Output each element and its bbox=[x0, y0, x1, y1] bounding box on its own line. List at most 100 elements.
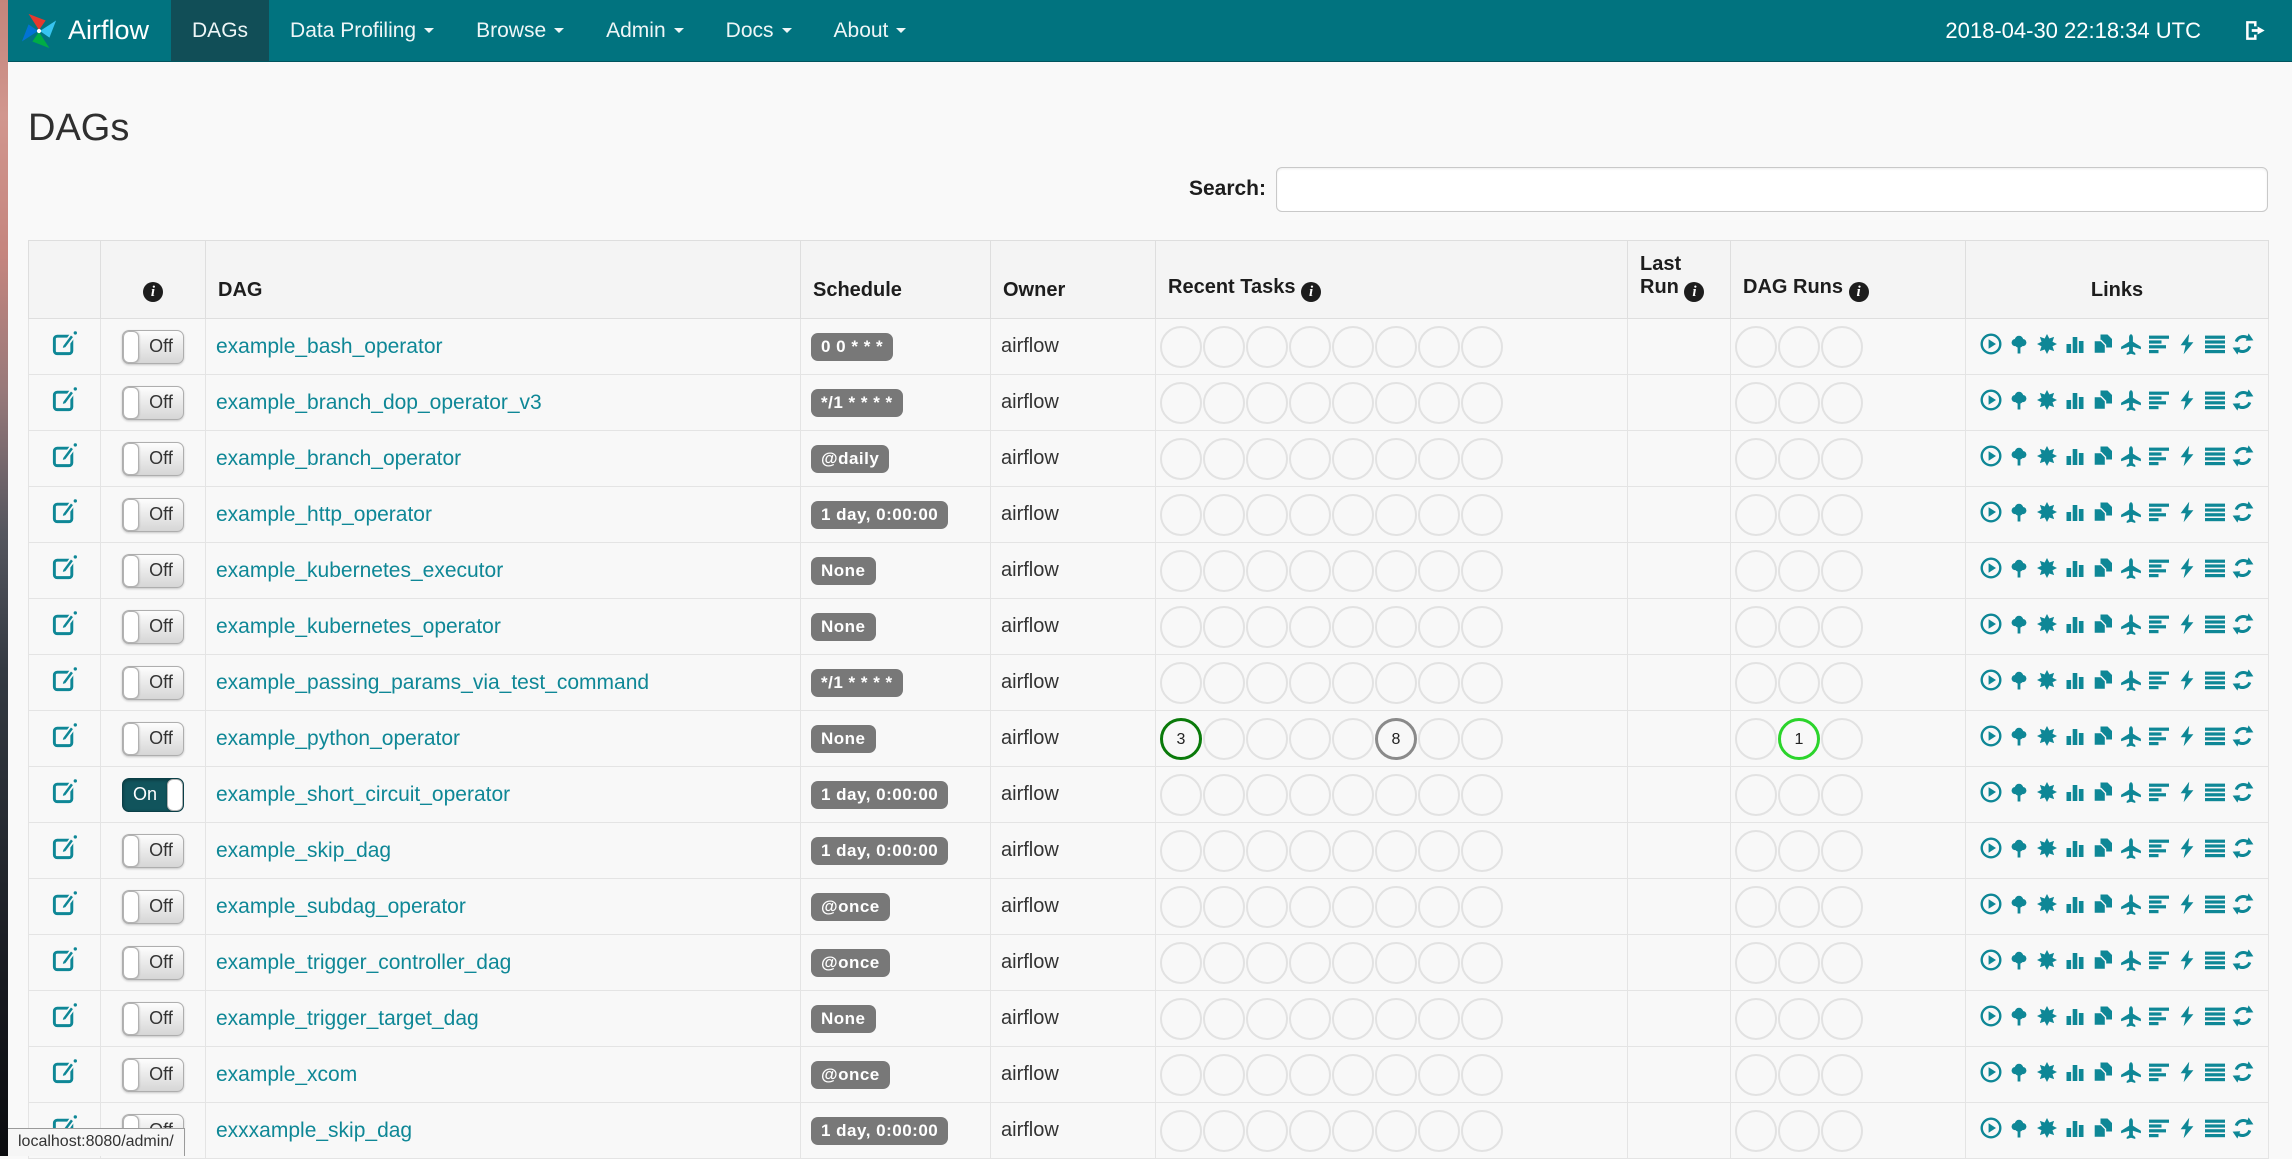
task-tries-icon[interactable] bbox=[2092, 837, 2114, 859]
task-state-circle[interactable] bbox=[1375, 549, 1417, 592]
graph-view-icon[interactable] bbox=[2036, 1061, 2058, 1083]
task-state-circle[interactable] bbox=[1375, 997, 1417, 1040]
task-state-circle[interactable] bbox=[1160, 549, 1202, 592]
task-state-circle[interactable] bbox=[1375, 437, 1417, 480]
code-view-icon[interactable] bbox=[2176, 1117, 2198, 1139]
nav-item-data-profiling[interactable]: Data Profiling bbox=[269, 0, 455, 61]
landing-times-icon[interactable] bbox=[2120, 725, 2142, 747]
landing-times-icon[interactable] bbox=[2120, 949, 2142, 971]
dag-run-circle[interactable] bbox=[1821, 829, 1863, 872]
dag-run-circle[interactable] bbox=[1821, 549, 1863, 592]
task-state-circle[interactable] bbox=[1375, 661, 1417, 704]
task-state-circle[interactable] bbox=[1203, 717, 1245, 760]
task-state-circle[interactable] bbox=[1418, 941, 1460, 984]
task-state-circle[interactable] bbox=[1203, 437, 1245, 480]
task-duration-icon[interactable] bbox=[2064, 1061, 2086, 1083]
code-view-icon[interactable] bbox=[2176, 893, 2198, 915]
task-state-circle[interactable] bbox=[1332, 885, 1374, 928]
task-state-circle[interactable] bbox=[1375, 605, 1417, 648]
tree-view-icon[interactable] bbox=[2008, 781, 2030, 803]
graph-view-icon[interactable] bbox=[2036, 949, 2058, 971]
task-tries-icon[interactable] bbox=[2092, 1117, 2114, 1139]
task-state-circle[interactable] bbox=[1289, 437, 1331, 480]
task-state-circle[interactable] bbox=[1160, 325, 1202, 368]
code-view-icon[interactable] bbox=[2176, 1061, 2198, 1083]
dag-run-circle[interactable] bbox=[1778, 605, 1820, 648]
task-state-circle[interactable] bbox=[1289, 381, 1331, 424]
trigger-dag-icon[interactable] bbox=[1980, 500, 2002, 523]
task-state-circle[interactable] bbox=[1289, 1109, 1331, 1152]
task-state-circle[interactable] bbox=[1418, 381, 1460, 424]
task-state-circle[interactable] bbox=[1418, 661, 1460, 704]
refresh-icon[interactable] bbox=[2232, 556, 2254, 579]
task-duration-icon[interactable] bbox=[2064, 837, 2086, 859]
refresh-icon[interactable] bbox=[2232, 1004, 2254, 1027]
dag-run-circle[interactable] bbox=[1735, 941, 1777, 984]
task-tries-icon[interactable] bbox=[2092, 501, 2114, 523]
task-state-circle[interactable] bbox=[1332, 773, 1374, 816]
dag-run-circle[interactable] bbox=[1778, 325, 1820, 368]
logs-icon[interactable] bbox=[2204, 1061, 2226, 1083]
dag-run-circle[interactable] bbox=[1821, 885, 1863, 928]
task-state-circle[interactable] bbox=[1461, 493, 1503, 536]
task-state-circle[interactable] bbox=[1203, 493, 1245, 536]
trigger-dag-icon[interactable] bbox=[1980, 668, 2002, 691]
dag-run-circle[interactable] bbox=[1821, 1053, 1863, 1096]
pause-toggle[interactable]: Off bbox=[122, 665, 184, 700]
dag-run-circle[interactable] bbox=[1778, 941, 1820, 984]
nav-item-dags[interactable]: DAGs bbox=[171, 0, 270, 61]
task-state-circle[interactable] bbox=[1160, 381, 1202, 424]
logout-button[interactable] bbox=[2243, 18, 2268, 43]
task-state-circle[interactable] bbox=[1461, 885, 1503, 928]
task-tries-icon[interactable] bbox=[2092, 1005, 2114, 1027]
gantt-view-icon[interactable] bbox=[2148, 613, 2170, 635]
task-state-circle[interactable] bbox=[1418, 997, 1460, 1040]
pause-toggle[interactable]: Off bbox=[122, 497, 184, 532]
task-state-circle[interactable] bbox=[1289, 941, 1331, 984]
pause-toggle[interactable]: Off bbox=[122, 889, 184, 924]
refresh-icon[interactable] bbox=[2232, 500, 2254, 523]
task-duration-icon[interactable] bbox=[2064, 445, 2086, 467]
graph-view-icon[interactable] bbox=[2036, 1005, 2058, 1027]
gantt-view-icon[interactable] bbox=[2148, 725, 2170, 747]
task-state-circle[interactable] bbox=[1203, 1053, 1245, 1096]
task-state-circle[interactable] bbox=[1461, 829, 1503, 872]
pause-toggle[interactable]: Off bbox=[122, 945, 184, 980]
task-state-circle[interactable] bbox=[1418, 493, 1460, 536]
edit-dag-button[interactable] bbox=[51, 554, 78, 581]
task-duration-icon[interactable] bbox=[2064, 1005, 2086, 1027]
logs-icon[interactable] bbox=[2204, 1005, 2226, 1027]
landing-times-icon[interactable] bbox=[2120, 1061, 2142, 1083]
tree-view-icon[interactable] bbox=[2008, 333, 2030, 355]
task-state-circle[interactable] bbox=[1332, 661, 1374, 704]
task-state-circle[interactable] bbox=[1332, 997, 1374, 1040]
task-state-circle[interactable] bbox=[1160, 829, 1202, 872]
task-duration-icon[interactable] bbox=[2064, 669, 2086, 691]
task-duration-icon[interactable] bbox=[2064, 781, 2086, 803]
task-state-circle[interactable] bbox=[1203, 885, 1245, 928]
task-state-circle[interactable] bbox=[1461, 381, 1503, 424]
edit-dag-button[interactable] bbox=[51, 1002, 78, 1029]
nav-item-browse[interactable]: Browse bbox=[455, 0, 585, 61]
task-state-circle[interactable] bbox=[1375, 381, 1417, 424]
task-tries-icon[interactable] bbox=[2092, 893, 2114, 915]
task-state-circle[interactable] bbox=[1160, 773, 1202, 816]
dag-run-circle[interactable] bbox=[1821, 997, 1863, 1040]
gantt-view-icon[interactable] bbox=[2148, 837, 2170, 859]
dag-run-circle[interactable] bbox=[1821, 437, 1863, 480]
task-state-circle[interactable] bbox=[1160, 1109, 1202, 1152]
task-state-circle[interactable] bbox=[1332, 717, 1374, 760]
refresh-icon[interactable] bbox=[2232, 948, 2254, 971]
dag-run-circle[interactable] bbox=[1821, 661, 1863, 704]
task-state-circle[interactable] bbox=[1461, 549, 1503, 592]
graph-view-icon[interactable] bbox=[2036, 333, 2058, 355]
task-state-circle[interactable] bbox=[1332, 381, 1374, 424]
logs-icon[interactable] bbox=[2204, 333, 2226, 355]
tree-view-icon[interactable] bbox=[2008, 1005, 2030, 1027]
code-view-icon[interactable] bbox=[2176, 445, 2198, 467]
task-state-circle[interactable] bbox=[1418, 885, 1460, 928]
refresh-icon[interactable] bbox=[2232, 1116, 2254, 1139]
graph-view-icon[interactable] bbox=[2036, 501, 2058, 523]
task-state-circle[interactable] bbox=[1246, 1053, 1288, 1096]
task-state-circle[interactable] bbox=[1332, 605, 1374, 648]
